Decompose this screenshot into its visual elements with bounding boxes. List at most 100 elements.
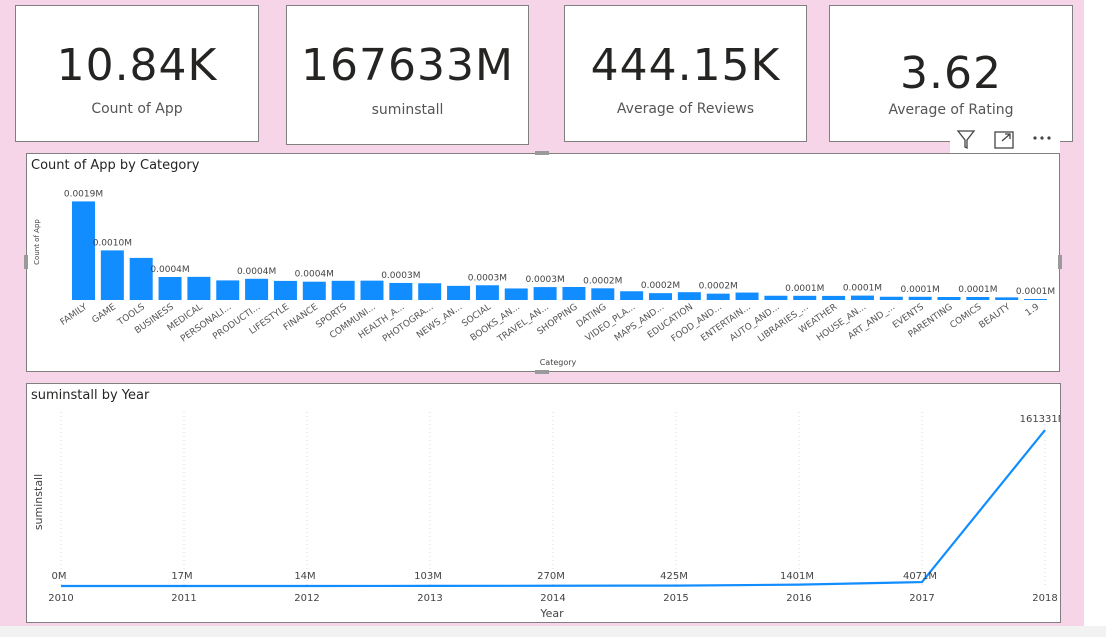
bar[interactable] <box>533 287 557 300</box>
card-average-of-reviews[interactable]: 444.15K Average of Reviews <box>564 5 807 142</box>
bar[interactable] <box>187 276 211 300</box>
bar[interactable] <box>389 282 413 300</box>
data-label: 0.0001M <box>785 284 824 294</box>
data-label: 161331M <box>1020 414 1060 425</box>
card-value: 444.15K <box>590 40 781 91</box>
data-label: 0.0002M <box>641 281 680 291</box>
bar[interactable] <box>273 280 297 300</box>
bar[interactable] <box>908 296 932 300</box>
x-tick-label: 2015 <box>663 593 688 604</box>
x-tick-label: 2013 <box>417 593 442 604</box>
x-tick-label: 2014 <box>540 593 565 604</box>
bar[interactable] <box>879 296 903 300</box>
line-chart-plot: 2010 2011 2012 2013 2014 2015 2016 2017 2018 0M 17… <box>32 412 1060 620</box>
bar[interactable] <box>850 295 874 300</box>
bar[interactable] <box>649 293 672 300</box>
data-label: 0.0004M <box>295 270 334 280</box>
bar[interactable] <box>360 280 384 300</box>
bar[interactable] <box>562 287 586 300</box>
resize-handle-left[interactable] <box>24 255 28 269</box>
data-label: 425M <box>660 571 688 582</box>
data-label: 270M <box>537 571 565 582</box>
focus-mode-icon[interactable] <box>990 127 1018 153</box>
card-label: suminstall <box>371 102 444 118</box>
card-label: Average of Rating <box>888 102 1014 118</box>
data-label: 1401M <box>780 571 814 582</box>
bar[interactable] <box>995 297 1019 300</box>
data-label: 0.0002M <box>583 276 622 286</box>
bar-chart-visual[interactable]: Count of App by Category 0.0019M FAMILY 0.… <box>26 153 1060 372</box>
resize-handle-right[interactable] <box>1058 255 1062 269</box>
y-axis-title: Count of App <box>33 219 41 265</box>
bar[interactable] <box>620 291 644 300</box>
x-tick-label: 1.9 <box>1024 302 1042 319</box>
bar-chart-plot: 0.0019MFAMILY0.0010MGAMETOOLS0.0004MBUSI… <box>33 189 1055 367</box>
bar[interactable] <box>735 292 759 300</box>
card-value: 10.84K <box>56 40 218 91</box>
x-axis-title: Year <box>539 607 564 620</box>
card-label: Average of Reviews <box>616 101 755 117</box>
data-label: 17M <box>171 571 192 582</box>
data-label: 0.0010M <box>93 238 132 248</box>
x-tick-label: 2010 <box>48 593 73 604</box>
bar[interactable] <box>331 280 355 300</box>
bar[interactable] <box>677 292 701 300</box>
bar[interactable] <box>245 278 269 300</box>
x-axis-title: Category <box>540 358 577 367</box>
x-tick-label: 2017 <box>909 593 934 604</box>
canvas-right-margin <box>1084 0 1106 626</box>
data-label: 0.0001M <box>958 285 997 295</box>
line-chart-visual[interactable]: suminstall by Year 2010 2011 2012 2013 2014 2… <box>26 383 1061 623</box>
bar[interactable] <box>302 281 326 300</box>
bar[interactable] <box>822 295 846 300</box>
data-label: 0.0019M <box>64 189 103 199</box>
data-label: 0.0001M <box>1016 287 1055 297</box>
data-label: 4071M <box>903 571 937 582</box>
x-tick-label: BEAUTY <box>978 302 1013 331</box>
card-count-of-app[interactable]: 10.84K Count of App <box>15 5 259 142</box>
bar[interactable] <box>706 293 730 300</box>
bar[interactable] <box>418 283 442 300</box>
card-suminstall[interactable]: 167633M suminstall <box>286 5 529 145</box>
bar[interactable] <box>937 297 961 300</box>
data-label: 103M <box>414 571 442 582</box>
data-label: 0M <box>52 571 67 582</box>
more-options-icon[interactable] <box>1028 127 1056 153</box>
bar[interactable] <box>793 295 817 300</box>
resize-handle-bottom[interactable] <box>535 370 549 374</box>
canvas-bottom-margin <box>0 626 1106 637</box>
card-label: Count of App <box>91 101 183 117</box>
bar[interactable] <box>966 297 990 300</box>
data-label: 0.0002M <box>699 282 738 292</box>
bar[interactable] <box>1024 299 1048 300</box>
filter-icon[interactable] <box>952 127 980 153</box>
data-label: 14M <box>294 571 315 582</box>
card-average-of-rating[interactable]: 3.62 Average of Rating <box>829 5 1073 142</box>
bar[interactable] <box>158 277 182 300</box>
x-tick-label: 2012 <box>294 593 319 604</box>
data-label: 0.0003M <box>468 273 507 283</box>
y-axis-title: suminstall <box>32 474 45 530</box>
bar[interactable] <box>764 295 788 300</box>
resize-handle-top[interactable] <box>535 151 549 155</box>
data-label: 0.0003M <box>381 271 420 281</box>
bar[interactable] <box>100 250 124 300</box>
x-tick-label: FAMILY <box>59 302 90 328</box>
data-label: 0.0004M <box>237 267 276 277</box>
bar[interactable] <box>504 288 528 300</box>
bar[interactable] <box>591 288 615 300</box>
card-value: 167633M <box>301 40 514 91</box>
bar[interactable] <box>129 257 153 300</box>
data-label: 0.0001M <box>901 285 940 295</box>
bar[interactable] <box>216 280 240 300</box>
x-tick-label: 2018 <box>1032 593 1057 604</box>
bar[interactable] <box>475 285 499 300</box>
x-tick-label: COMICS <box>949 302 984 331</box>
card-value: 3.62 <box>900 48 1002 99</box>
bar[interactable] <box>447 285 471 300</box>
bar[interactable] <box>72 201 95 300</box>
data-label: 0.0003M <box>525 275 564 285</box>
x-tick-label: 2016 <box>786 593 811 604</box>
data-label: 0.0001M <box>843 284 882 294</box>
visual-header <box>950 127 1060 153</box>
